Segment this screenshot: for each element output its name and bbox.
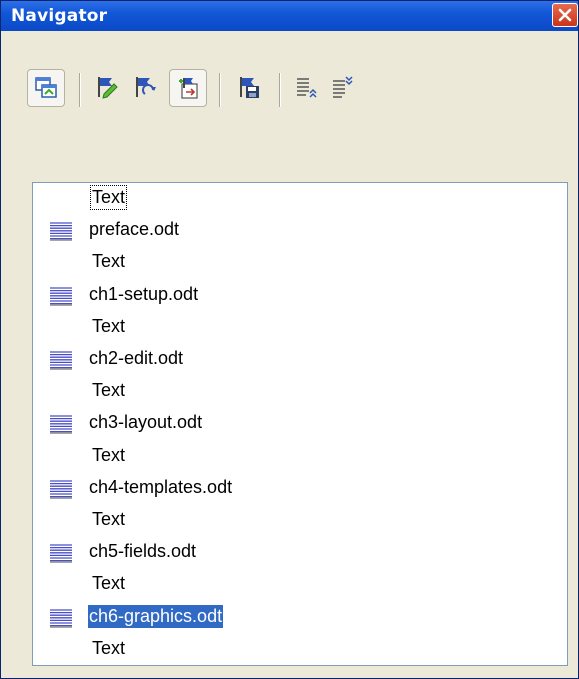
- list-item-label: ch5-fields.odt: [89, 541, 197, 562]
- save-as-icon: [240, 77, 259, 98]
- close-icon: [558, 8, 572, 22]
- document-lines-icon: [50, 222, 72, 241]
- edit-button[interactable]: [89, 69, 127, 107]
- list-item-label: Text: [92, 637, 126, 658]
- text-item[interactable]: Text: [33, 183, 567, 215]
- list-item-label: ch1-setup.odt: [89, 283, 199, 304]
- move-down-icon: [333, 76, 353, 98]
- document-item[interactable]: ch5-fields.odt: [33, 537, 567, 569]
- list-item-label: ch6-graphics.odt: [88, 604, 224, 628]
- document-lines-icon: [50, 608, 72, 628]
- list-item-label: Text: [92, 315, 126, 336]
- document-item[interactable]: ch3-layout.odt: [33, 408, 567, 440]
- list-item-label: ch2-edit.odt: [89, 348, 184, 368]
- document-list[interactable]: Text preface.odt Text ch1-setup.odt Text ch2-…: [32, 182, 568, 666]
- document-item[interactable]: preface.odt: [33, 215, 567, 247]
- text-item[interactable]: Text: [33, 247, 567, 279]
- list-item-label: ch3-layout.odt: [89, 412, 203, 433]
- save-as-button[interactable]: [231, 69, 269, 107]
- list-item-label: ch4-templates.odt: [89, 476, 233, 497]
- move-up-button[interactable]: [289, 69, 327, 107]
- toolbar: [27, 67, 567, 123]
- document-lines-icon: [50, 351, 72, 370]
- document-item[interactable]: ch2-edit.odt: [33, 344, 567, 376]
- insert-icon: [179, 78, 198, 99]
- document-lines-icon: [50, 544, 72, 563]
- document-lines-icon: [50, 286, 72, 306]
- text-item[interactable]: Text: [33, 312, 567, 344]
- title-bar[interactable]: Navigator: [1, 1, 578, 31]
- navigator-window: Navigator Text preface.odt Text ch1-setu…: [0, 0, 579, 679]
- text-item[interactable]: Text: [33, 441, 567, 473]
- text-item[interactable]: Text: [33, 569, 567, 601]
- text-item[interactable]: Text: [33, 376, 567, 408]
- list-item-label: preface.odt: [89, 219, 180, 240]
- update-flag-icon: [136, 77, 156, 97]
- move-up-icon: [297, 78, 317, 98]
- insert-button[interactable]: [169, 69, 207, 107]
- list-item-label: Text: [92, 380, 126, 401]
- list-item-label: Text: [92, 573, 126, 594]
- document-lines-icon: [50, 480, 72, 499]
- toggle-icon: [35, 77, 57, 98]
- move-down-button[interactable]: [325, 69, 363, 107]
- text-item[interactable]: Text: [33, 505, 567, 537]
- list-item-label: Text: [92, 509, 126, 529]
- update-button[interactable]: [127, 69, 165, 107]
- toolbar-separator: [219, 73, 221, 107]
- document-item[interactable]: ch6-graphics.odt: [33, 602, 567, 634]
- document-lines-icon: [50, 415, 72, 435]
- toggle-button[interactable]: [27, 69, 65, 107]
- list-item-label: Text: [89, 185, 128, 210]
- list-item-label: Text: [92, 251, 126, 272]
- list-item-label: Text: [92, 444, 126, 465]
- document-item[interactable]: ch1-setup.odt: [33, 280, 567, 312]
- edit-flag-icon: [98, 77, 118, 99]
- close-button[interactable]: [552, 3, 578, 27]
- text-item[interactable]: Text: [33, 634, 567, 666]
- toolbar-separator: [79, 73, 81, 107]
- window-title: Navigator: [11, 6, 108, 26]
- toolbar-separator: [279, 73, 281, 107]
- document-item[interactable]: ch4-templates.odt: [33, 473, 567, 505]
